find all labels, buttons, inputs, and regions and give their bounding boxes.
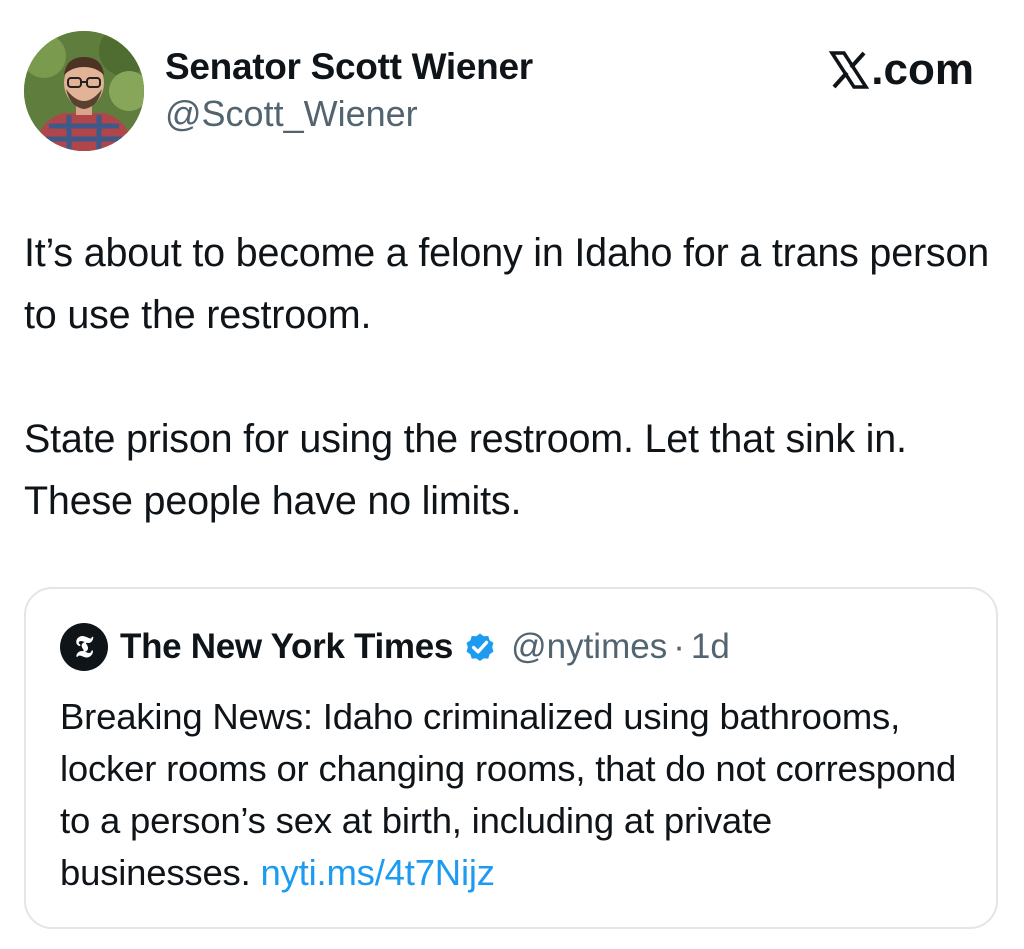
tweet-paragraph-2: State prison for using the restroom. Let… <box>24 417 907 523</box>
quoted-tweet-body: Breaking News: Idaho criminalized using … <box>60 696 957 893</box>
verified-badge-icon <box>466 633 494 662</box>
quoted-tweet-text: Breaking News: Idaho criminalized using … <box>60 691 970 899</box>
quoted-tweet-link[interactable]: nyti.ms/4t7Nijz <box>261 852 496 893</box>
quoted-author-handle[interactable]: @nytimes <box>511 627 667 667</box>
quoted-tweet-card[interactable]: 𝕿 The New York Times @nytimes · 1d Break… <box>24 587 998 929</box>
quoted-tweet-header: 𝕿 The New York Times @nytimes · 1d <box>60 623 730 671</box>
x-logo-icon <box>829 51 870 89</box>
nyt-logo-icon: 𝕿 <box>60 623 108 671</box>
author-handle[interactable]: @Scott_Wiener <box>165 92 533 136</box>
tweet-paragraph-1: It’s about to become a felony in Idaho f… <box>24 231 990 337</box>
avatar-image <box>24 31 144 151</box>
quoted-tweet-time[interactable]: 1d <box>691 627 730 667</box>
separator-dot: · <box>673 627 685 666</box>
source-label: .com <box>829 44 974 96</box>
author-info: Senator Scott Wiener @Scott_Wiener <box>165 44 533 136</box>
tweet-body: It’s about to become a felony in Idaho f… <box>24 222 1004 532</box>
avatar[interactable] <box>24 31 144 151</box>
source-domain: .com <box>871 45 974 94</box>
quoted-author-name[interactable]: The New York Times <box>120 627 453 667</box>
author-name[interactable]: Senator Scott Wiener <box>165 44 533 90</box>
